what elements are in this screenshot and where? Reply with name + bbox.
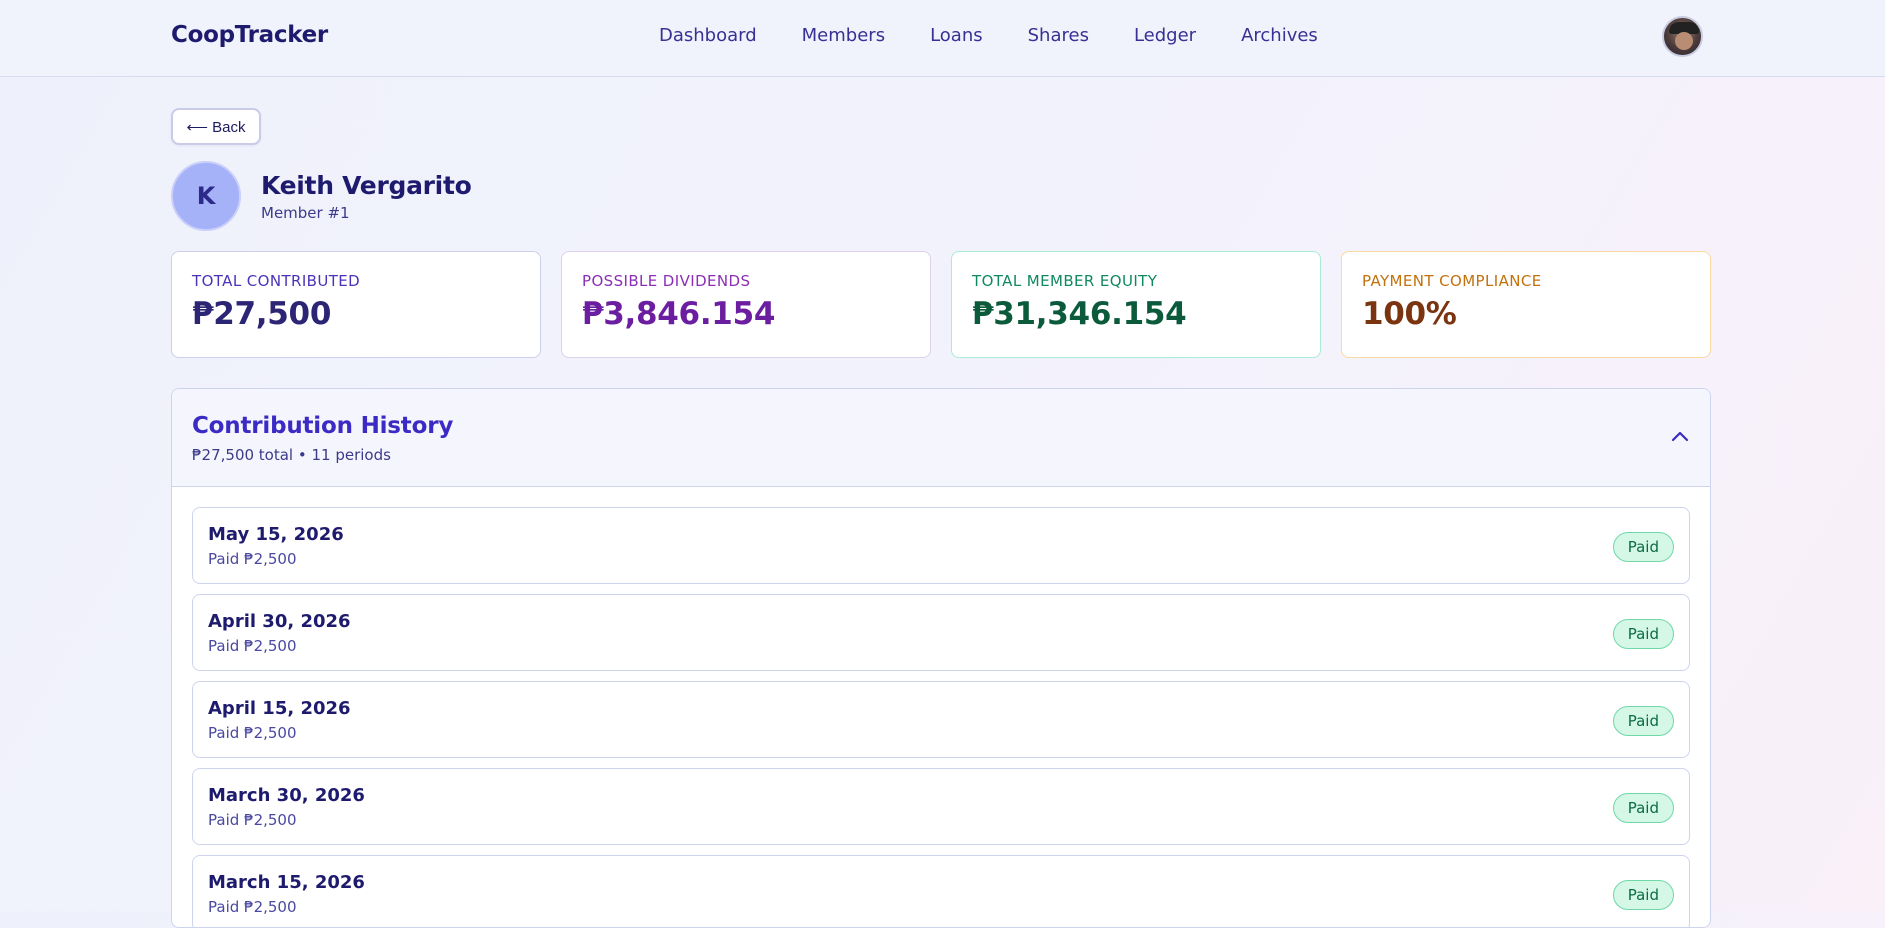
nav-archives[interactable]: Archives [1241,25,1318,46]
contribution-amount: Paid ₱2,500 [208,898,297,916]
stat-card-total-contributed: TOTAL CONTRIBUTED ₱27,500 [171,251,541,358]
stat-card-payment-compliance: PAYMENT COMPLIANCE 100% [1341,251,1711,358]
stat-label: TOTAL MEMBER EQUITY [972,272,1158,290]
contribution-amount: Paid ₱2,500 [208,724,297,742]
contribution-row: March 30, 2026 Paid ₱2,500 Paid [192,768,1690,845]
stat-value: ₱27,500 [192,296,332,332]
contribution-date: May 15, 2026 [208,524,344,545]
contribution-history-title: Contribution History [192,413,454,439]
contribution-date: March 15, 2026 [208,872,365,893]
contribution-list: May 15, 2026 Paid ₱2,500 Paid April 30, … [172,487,1710,927]
stat-value: 100% [1362,296,1457,332]
brand-logo[interactable]: CoopTracker [171,22,328,48]
nav-loans[interactable]: Loans [930,25,983,46]
contribution-row: May 15, 2026 Paid ₱2,500 Paid [192,507,1690,584]
stats-cards: TOTAL CONTRIBUTED ₱27,500 POSSIBLE DIVID… [171,251,1711,358]
stat-label: PAYMENT COMPLIANCE [1362,272,1542,290]
status-badge: Paid [1612,706,1674,736]
nav-ledger[interactable]: Ledger [1134,25,1196,46]
user-avatar[interactable] [1662,16,1703,57]
status-badge: Paid [1612,793,1674,823]
main-nav: Dashboard Members Loans Shares Ledger Ar… [659,25,1318,46]
status-badge: Paid [1612,532,1674,562]
status-badge: Paid [1612,880,1674,910]
member-name: Keith Vergarito [261,170,472,200]
back-button[interactable]: ⟵ Back [171,108,261,145]
back-button-label: ⟵ Back [186,118,246,136]
contribution-history-toggle[interactable]: Contribution History ₱27,500 total • 11 … [172,389,1710,487]
nav-members[interactable]: Members [802,25,885,46]
stat-label: TOTAL CONTRIBUTED [192,272,361,290]
contribution-row: March 15, 2026 Paid ₱2,500 Paid [192,855,1690,927]
member-header: K Keith Vergarito Member #1 [171,161,472,231]
stat-card-total-member-equity: TOTAL MEMBER EQUITY ₱31,346.154 [951,251,1321,358]
chevron-up-icon[interactable] [1670,429,1690,443]
contribution-date: April 30, 2026 [208,611,351,632]
contribution-amount: Paid ₱2,500 [208,637,297,655]
stat-value: ₱31,346.154 [972,296,1187,332]
contribution-date: March 30, 2026 [208,785,365,806]
contribution-row: April 30, 2026 Paid ₱2,500 Paid [192,594,1690,671]
contribution-history-panel: Contribution History ₱27,500 total • 11 … [171,388,1711,928]
member-initial-avatar: K [171,161,241,231]
contribution-row: April 15, 2026 Paid ₱2,500 Paid [192,681,1690,758]
stat-card-possible-dividends: POSSIBLE DIVIDENDS ₱3,846.154 [561,251,931,358]
nav-shares[interactable]: Shares [1028,25,1089,46]
stat-label: POSSIBLE DIVIDENDS [582,272,751,290]
top-navigation: CoopTracker Dashboard Members Loans Shar… [0,0,1885,77]
avatar-face [1675,32,1693,50]
stat-value: ₱3,846.154 [582,296,776,332]
contribution-amount: Paid ₱2,500 [208,550,297,568]
status-badge: Paid [1612,619,1674,649]
contribution-history-summary: ₱27,500 total • 11 periods [192,446,391,464]
member-number: Member #1 [261,203,350,222]
nav-dashboard[interactable]: Dashboard [659,25,757,46]
contribution-amount: Paid ₱2,500 [208,811,297,829]
contribution-date: April 15, 2026 [208,698,351,719]
